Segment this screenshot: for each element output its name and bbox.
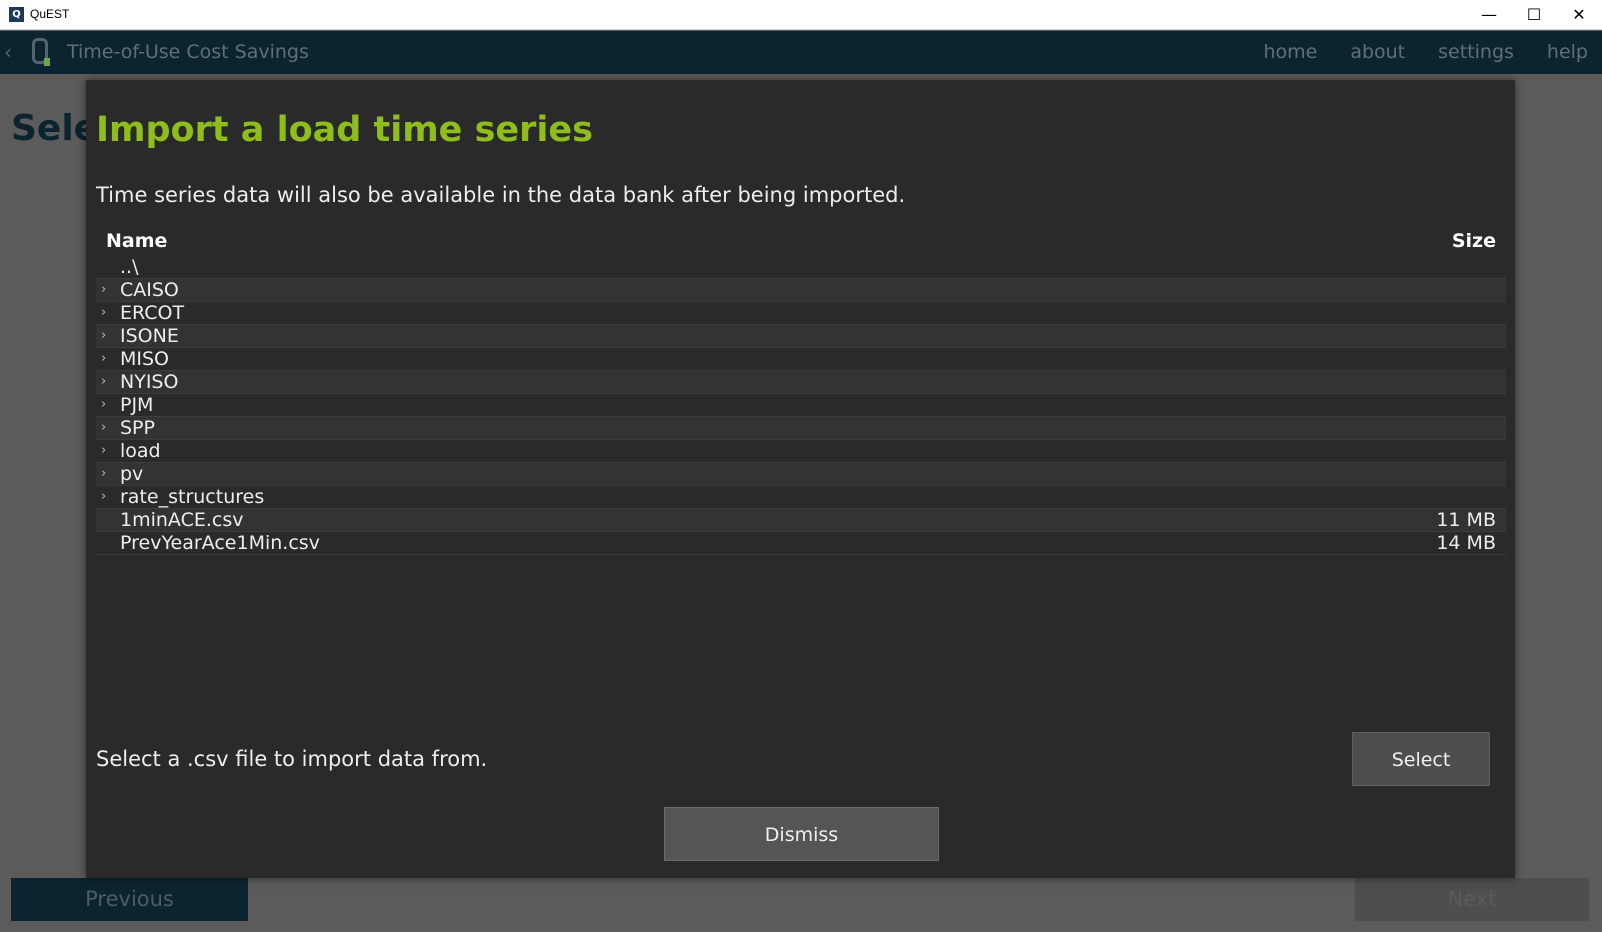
table-row[interactable]: › CAISO: [96, 279, 1506, 302]
chevron-right-icon[interactable]: ›: [101, 282, 106, 297]
minimize-button[interactable]: —: [1466, 0, 1512, 30]
file-table: Name Size ..\ › CAISO › ERCOT › ISONE › MISO › NYI…: [96, 228, 1506, 555]
column-header-size[interactable]: Size: [1452, 230, 1496, 252]
table-row[interactable]: › NYISO: [96, 371, 1506, 394]
table-row[interactable]: › SPP: [96, 417, 1506, 440]
table-header: Name Size: [96, 228, 1506, 256]
app-icon: Q: [9, 7, 24, 22]
maximize-button[interactable]: ☐: [1511, 0, 1557, 30]
window-title: QuEST: [30, 7, 70, 21]
table-row[interactable]: › load: [96, 440, 1506, 463]
nav-link-home[interactable]: home: [1263, 41, 1317, 63]
file-name: ERCOT: [120, 302, 185, 324]
file-name: load: [120, 440, 161, 462]
file-name: ISONE: [120, 325, 179, 347]
chevron-right-icon[interactable]: ›: [101, 397, 106, 412]
file-name: PJM: [120, 394, 154, 416]
file-name: PrevYearAce1Min.csv: [120, 532, 320, 554]
logo-accent: [44, 58, 50, 66]
close-button[interactable]: ✕: [1556, 0, 1602, 30]
chevron-right-icon[interactable]: ›: [101, 420, 106, 435]
chevron-right-icon[interactable]: ›: [101, 305, 106, 320]
app-navbar: ‹ Time-of-Use Cost Savings home about se…: [0, 31, 1602, 74]
modal-description: Time series data will also be available …: [96, 183, 906, 207]
import-modal: Import a load time series Time series da…: [86, 80, 1515, 878]
table-row[interactable]: › pv: [96, 463, 1506, 486]
window-titlebar: Q QuEST — ☐ ✕: [0, 0, 1602, 30]
nav-links: home about settings help: [1263, 41, 1588, 63]
table-row[interactable]: 1minACE.csv 11 MB: [96, 509, 1506, 532]
table-row[interactable]: › rate_structures: [96, 486, 1506, 509]
chevron-right-icon[interactable]: ›: [101, 374, 106, 389]
table-row[interactable]: › MISO: [96, 348, 1506, 371]
file-name: MISO: [120, 348, 170, 370]
selection-hint: Select a .csv file to import data from.: [96, 747, 488, 771]
back-arrow-icon[interactable]: ‹: [4, 40, 12, 64]
page-title: Time-of-Use Cost Savings: [67, 41, 309, 63]
previous-button[interactable]: Previous: [11, 878, 248, 921]
column-header-name[interactable]: Name: [106, 230, 167, 252]
select-button[interactable]: Select: [1352, 732, 1490, 786]
modal-title: Import a load time series: [96, 110, 593, 150]
nav-link-help[interactable]: help: [1547, 41, 1588, 63]
file-name: NYISO: [120, 371, 179, 393]
table-row[interactable]: ..\: [96, 256, 1506, 279]
next-button[interactable]: Next: [1355, 878, 1589, 921]
chevron-right-icon[interactable]: ›: [101, 443, 106, 458]
file-name: ..\: [120, 256, 139, 278]
file-name: SPP: [120, 417, 155, 439]
file-name: pv: [120, 463, 144, 485]
nav-link-about[interactable]: about: [1350, 41, 1405, 63]
dismiss-button[interactable]: Dismiss: [664, 807, 939, 861]
chevron-right-icon[interactable]: ›: [101, 466, 106, 481]
table-row[interactable]: › PJM: [96, 394, 1506, 417]
file-name: 1minACE.csv: [120, 509, 244, 531]
table-row[interactable]: › ISONE: [96, 325, 1506, 348]
table-body: ..\ › CAISO › ERCOT › ISONE › MISO › NYISO › PJM › SPP…: [96, 256, 1506, 555]
file-name: rate_structures: [120, 486, 265, 508]
nav-link-settings[interactable]: settings: [1438, 41, 1514, 63]
table-row[interactable]: PrevYearAce1Min.csv 14 MB: [96, 532, 1506, 555]
chevron-right-icon[interactable]: ›: [101, 351, 106, 366]
chevron-right-icon[interactable]: ›: [101, 328, 106, 343]
chevron-right-icon[interactable]: ›: [101, 489, 106, 504]
file-name: CAISO: [120, 279, 179, 301]
file-size: 14 MB: [1436, 532, 1496, 554]
table-row[interactable]: › ERCOT: [96, 302, 1506, 325]
file-size: 11 MB: [1436, 509, 1496, 531]
